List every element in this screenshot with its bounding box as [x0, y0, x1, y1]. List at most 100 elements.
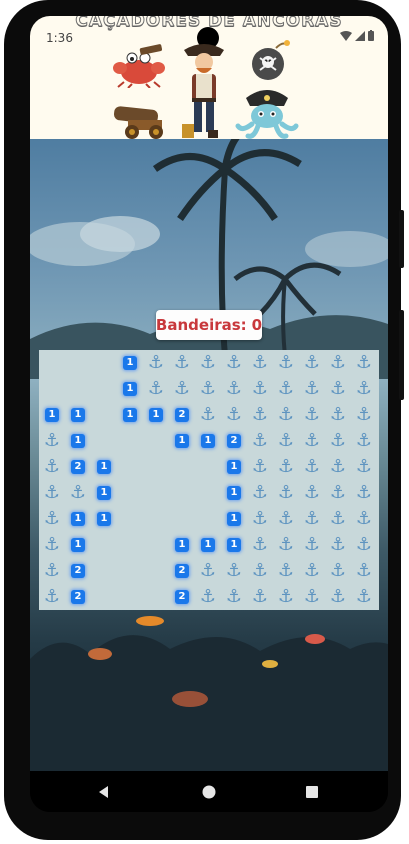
number-cell[interactable]: 2	[169, 558, 195, 584]
hidden-cell[interactable]: ⚓	[221, 584, 247, 610]
number-cell[interactable]: 1	[65, 402, 91, 428]
hidden-cell[interactable]: ⚓	[351, 402, 377, 428]
recents-icon[interactable]	[303, 783, 321, 801]
hidden-cell[interactable]: ⚓	[39, 558, 65, 584]
revealed-empty-cell[interactable]	[143, 584, 169, 610]
revealed-empty-cell[interactable]	[91, 532, 117, 558]
hidden-cell[interactable]: ⚓	[273, 532, 299, 558]
number-cell[interactable]: 1	[117, 376, 143, 402]
hidden-cell[interactable]: ⚓	[247, 558, 273, 584]
number-cell[interactable]: 1	[65, 506, 91, 532]
hidden-cell[interactable]: ⚓	[221, 350, 247, 376]
hidden-cell[interactable]: ⚓	[273, 428, 299, 454]
hidden-cell[interactable]: ⚓	[325, 584, 351, 610]
hidden-cell[interactable]: ⚓	[325, 428, 351, 454]
number-cell[interactable]: 1	[39, 402, 65, 428]
number-cell[interactable]: 1	[143, 402, 169, 428]
hidden-cell[interactable]: ⚓	[39, 428, 65, 454]
hidden-cell[interactable]: ⚓	[273, 350, 299, 376]
hidden-cell[interactable]: ⚓	[351, 480, 377, 506]
hidden-cell[interactable]: ⚓	[325, 454, 351, 480]
hidden-cell[interactable]: ⚓	[221, 376, 247, 402]
revealed-empty-cell[interactable]	[39, 376, 65, 402]
number-cell[interactable]: 1	[221, 480, 247, 506]
number-cell[interactable]: 1	[195, 532, 221, 558]
hidden-cell[interactable]: ⚓	[195, 584, 221, 610]
hidden-cell[interactable]: ⚓	[39, 532, 65, 558]
number-cell[interactable]: 1	[117, 350, 143, 376]
revealed-empty-cell[interactable]	[91, 584, 117, 610]
revealed-empty-cell[interactable]	[143, 506, 169, 532]
hidden-cell[interactable]: ⚓	[195, 558, 221, 584]
number-cell[interactable]: 1	[221, 454, 247, 480]
hidden-cell[interactable]: ⚓	[221, 402, 247, 428]
revealed-empty-cell[interactable]	[117, 454, 143, 480]
revealed-empty-cell[interactable]	[117, 532, 143, 558]
hidden-cell[interactable]: ⚓	[247, 376, 273, 402]
hidden-cell[interactable]: ⚓	[39, 480, 65, 506]
hidden-cell[interactable]: ⚓	[299, 454, 325, 480]
revealed-empty-cell[interactable]	[117, 558, 143, 584]
number-cell[interactable]: 1	[221, 506, 247, 532]
hidden-cell[interactable]: ⚓	[325, 480, 351, 506]
revealed-empty-cell[interactable]	[143, 454, 169, 480]
number-cell[interactable]: 2	[65, 454, 91, 480]
hidden-cell[interactable]: ⚓	[143, 376, 169, 402]
hidden-cell[interactable]: ⚓	[299, 506, 325, 532]
hidden-cell[interactable]: ⚓	[247, 402, 273, 428]
hidden-cell[interactable]: ⚓	[325, 532, 351, 558]
number-cell[interactable]: 2	[169, 584, 195, 610]
hidden-cell[interactable]: ⚓	[325, 506, 351, 532]
hidden-cell[interactable]: ⚓	[325, 350, 351, 376]
hidden-cell[interactable]: ⚓	[299, 350, 325, 376]
revealed-empty-cell[interactable]	[91, 350, 117, 376]
number-cell[interactable]: 1	[117, 402, 143, 428]
hidden-cell[interactable]: ⚓	[299, 480, 325, 506]
revealed-empty-cell[interactable]	[117, 428, 143, 454]
revealed-empty-cell[interactable]	[195, 506, 221, 532]
hidden-cell[interactable]: ⚓	[273, 584, 299, 610]
hidden-cell[interactable]: ⚓	[299, 402, 325, 428]
revealed-empty-cell[interactable]	[195, 480, 221, 506]
number-cell[interactable]: 1	[169, 532, 195, 558]
hidden-cell[interactable]: ⚓	[247, 532, 273, 558]
number-cell[interactable]: 2	[221, 428, 247, 454]
revealed-empty-cell[interactable]	[91, 402, 117, 428]
hidden-cell[interactable]: ⚓	[39, 584, 65, 610]
hidden-cell[interactable]: ⚓	[299, 558, 325, 584]
revealed-empty-cell[interactable]	[65, 376, 91, 402]
revealed-empty-cell[interactable]	[143, 532, 169, 558]
hidden-cell[interactable]: ⚓	[351, 532, 377, 558]
revealed-empty-cell[interactable]	[91, 558, 117, 584]
revealed-empty-cell[interactable]	[143, 558, 169, 584]
revealed-empty-cell[interactable]	[143, 428, 169, 454]
hidden-cell[interactable]: ⚓	[273, 506, 299, 532]
hidden-cell[interactable]: ⚓	[195, 402, 221, 428]
revealed-empty-cell[interactable]	[117, 480, 143, 506]
hidden-cell[interactable]: ⚓	[351, 454, 377, 480]
revealed-empty-cell[interactable]	[65, 350, 91, 376]
hidden-cell[interactable]: ⚓	[247, 480, 273, 506]
number-cell[interactable]: 2	[65, 558, 91, 584]
hidden-cell[interactable]: ⚓	[351, 428, 377, 454]
number-cell[interactable]: 1	[195, 428, 221, 454]
hidden-cell[interactable]: ⚓	[195, 376, 221, 402]
back-icon[interactable]	[95, 783, 113, 801]
revealed-empty-cell[interactable]	[117, 584, 143, 610]
number-cell[interactable]: 1	[65, 532, 91, 558]
hidden-cell[interactable]: ⚓	[299, 532, 325, 558]
hidden-cell[interactable]: ⚓	[247, 428, 273, 454]
revealed-empty-cell[interactable]	[169, 454, 195, 480]
home-icon[interactable]	[200, 783, 218, 801]
hidden-cell[interactable]: ⚓	[325, 376, 351, 402]
hidden-cell[interactable]: ⚓	[247, 506, 273, 532]
number-cell[interactable]: 1	[221, 532, 247, 558]
hidden-cell[interactable]: ⚓	[65, 480, 91, 506]
revealed-empty-cell[interactable]	[39, 350, 65, 376]
number-cell[interactable]: 1	[91, 506, 117, 532]
number-cell[interactable]: 1	[91, 480, 117, 506]
hidden-cell[interactable]: ⚓	[351, 350, 377, 376]
revealed-empty-cell[interactable]	[195, 454, 221, 480]
hidden-cell[interactable]: ⚓	[351, 376, 377, 402]
hidden-cell[interactable]: ⚓	[247, 454, 273, 480]
